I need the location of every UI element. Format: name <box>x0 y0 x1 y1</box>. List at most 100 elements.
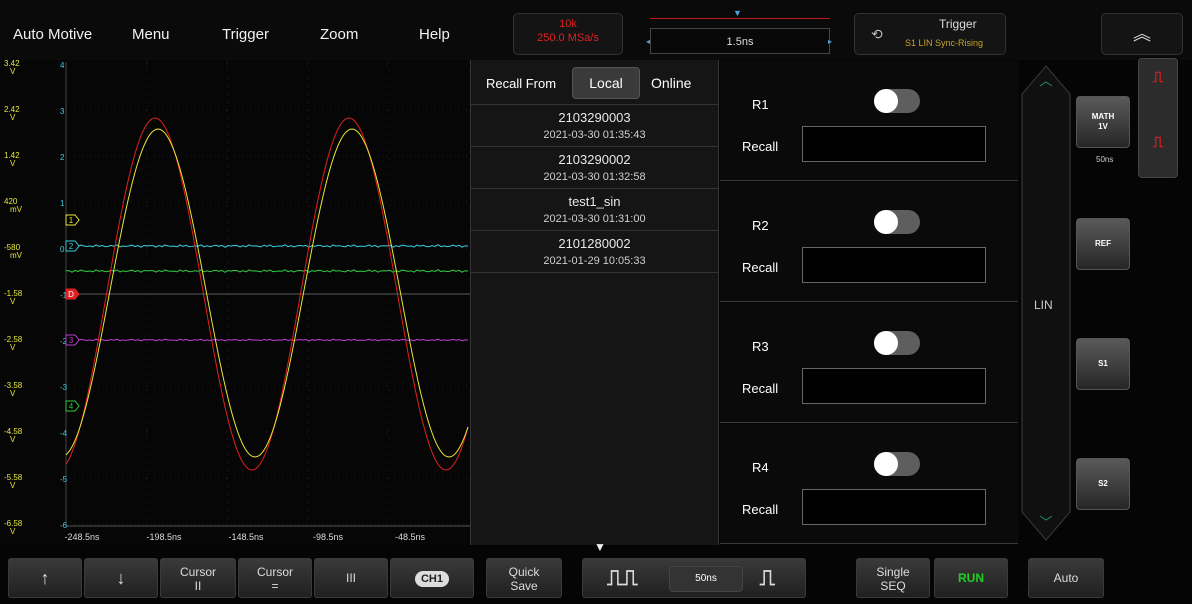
voltage-unit: V <box>10 113 16 122</box>
trigger-box[interactable]: ⟲ Trigger S1 LIN Sync-Rising <box>854 13 1006 55</box>
division-label: -5 <box>60 475 68 484</box>
double-chevron-up-icon: ︽ <box>1133 24 1151 44</box>
pulse-icon[interactable]: ⎍ <box>760 559 775 597</box>
menu-help[interactable]: Help <box>419 26 450 43</box>
cursor-mode: II <box>194 579 202 593</box>
scroll-right-icon[interactable]: ▸ <box>828 37 832 46</box>
pulse-icon[interactable]: ⎍ <box>1139 69 1177 86</box>
waveform-canvas: 3.42V42.42V31.42V2420mV1-580mV0-1.58V-1-… <box>0 60 470 545</box>
trigger-time-value: 1.5ns <box>726 36 754 48</box>
recall-file-name: 2103290002 <box>558 152 631 167</box>
collapse-button[interactable]: ︽ <box>1101 13 1183 55</box>
menu-auto-motive[interactable]: Auto Motive <box>13 26 92 43</box>
recall-file-row[interactable]: 2101280002 2021-01-29 10:05:33 <box>471 231 718 273</box>
slot-toggle[interactable] <box>874 452 920 476</box>
trigger-detail: S1 LIN Sync-Rising <box>905 38 984 48</box>
auto-button[interactable]: Auto <box>1028 558 1104 598</box>
recall-file-date: 2021-03-30 01:32:58 <box>543 171 646 183</box>
slot-recall-field[interactable] <box>802 489 986 525</box>
voltage-unit: V <box>10 389 16 398</box>
voltage-unit: V <box>10 159 16 168</box>
menu-trigger[interactable]: Trigger <box>222 26 269 43</box>
toggle-knob <box>874 210 898 234</box>
voltage-unit: V <box>10 435 16 444</box>
cursor-iii-button[interactable]: III <box>314 558 388 598</box>
voltage-unit: mV <box>10 205 23 214</box>
slot-name: R4 <box>752 460 769 475</box>
slot-toggle[interactable] <box>874 331 920 355</box>
toggle-knob <box>874 331 898 355</box>
recall-file-row[interactable]: 2103290002 2021-03-30 01:32:58 <box>471 147 718 189</box>
slot-name: R3 <box>752 339 769 354</box>
pulse-train-icon[interactable]: ⎍⎍ <box>607 559 638 597</box>
ref-slot-r2: R2 Recall <box>720 182 1018 302</box>
up-arrow-icon: ↑ <box>40 568 50 588</box>
voltage-unit: V <box>10 67 16 76</box>
time-label: -48.5ns <box>395 532 426 542</box>
slot-recall-label: Recall <box>742 381 779 396</box>
time-label: -248.5ns <box>64 532 100 542</box>
time-label: -98.5ns <box>313 532 344 542</box>
run-button[interactable]: RUN <box>934 558 1008 598</box>
recall-file-date: 2021-03-30 01:35:43 <box>543 129 646 141</box>
cursor-eq-button[interactable]: Cursor = <box>238 558 312 598</box>
single-line2: SEQ <box>880 579 906 593</box>
slot-recall-field[interactable] <box>802 247 986 283</box>
trigger-title: Trigger <box>939 17 977 31</box>
ch1-button[interactable]: CH1 <box>390 558 474 598</box>
recall-file-name: 2103290003 <box>558 110 631 125</box>
voltage-unit: V <box>10 343 16 352</box>
down-arrow-icon: ↓ <box>116 568 126 588</box>
division-label: -4 <box>60 429 68 438</box>
math-button[interactable]: MATH 1V <box>1076 96 1130 148</box>
signal-panel[interactable]: ⎍ ⎍ <box>1138 58 1178 178</box>
trigger-time-field[interactable]: 1.5ns <box>650 28 830 54</box>
s1-button[interactable]: S1 <box>1076 338 1130 390</box>
top-bar: Auto Motive Menu Trigger Zoom Help 10k 2… <box>0 0 1192 60</box>
quick-save-button[interactable]: Quick Save <box>486 558 562 598</box>
time-label: -148.5ns <box>228 532 264 542</box>
toggle-knob <box>874 452 898 476</box>
voltage-unit: V <box>10 527 16 536</box>
division-label: -6 <box>60 521 68 530</box>
acquisition-box[interactable]: 10k 250.0 MSa/s <box>513 13 623 55</box>
slot-recall-label: Recall <box>742 139 779 154</box>
channel-marker-label: 1 <box>69 216 74 225</box>
slot-recall-field[interactable] <box>802 126 986 162</box>
recall-file-date: 2021-01-29 10:05:33 <box>543 255 646 267</box>
toggle-knob <box>874 89 898 113</box>
division-label: -3 <box>60 383 68 392</box>
timebase-value[interactable]: 50ns <box>669 566 743 592</box>
slot-toggle[interactable] <box>874 210 920 234</box>
cursor-ii-button[interactable]: Cursor II <box>160 558 236 598</box>
ref-button[interactable]: REF <box>1076 218 1130 270</box>
division-label: 2 <box>60 153 65 162</box>
recall-file-row[interactable]: 2103290003 2021-03-30 01:35:43 <box>471 105 718 147</box>
quick-save-line2: Save <box>510 579 538 593</box>
slot-toggle[interactable] <box>874 89 920 113</box>
menu-menu[interactable]: Menu <box>132 26 170 43</box>
recall-file-name: test1_sin <box>568 194 621 209</box>
pulse-icon[interactable]: ⎍ <box>1139 134 1177 151</box>
division-label: 1 <box>60 199 65 208</box>
tab-local[interactable]: Local <box>572 67 640 99</box>
down-button[interactable]: ↓ <box>84 558 158 598</box>
recall-header: Recall From Local Online <box>471 60 718 105</box>
slot-recall-field[interactable] <box>802 368 986 404</box>
s2-button[interactable]: S2 <box>1076 458 1130 510</box>
recall-file-row[interactable]: test1_sin 2021-03-30 01:31:00 <box>471 189 718 231</box>
scroll-left-icon[interactable]: ◂ <box>646 37 650 46</box>
tab-online[interactable]: Online <box>651 75 691 91</box>
lin-scroller[interactable]: LIN <box>1020 64 1072 542</box>
waveform-display[interactable]: 3.42 V 4 2.42 V 3 1.42 V 2 420 mV 1 -580 mV 0 -1.58 V -1-… <box>0 60 470 545</box>
quick-save-line1: Quick <box>508 565 540 579</box>
ref-slot-r3: R3 Recall <box>720 303 1018 423</box>
trigger-marker-icon[interactable]: ▼ <box>733 8 742 18</box>
slot-recall-label: Recall <box>742 502 779 517</box>
up-button[interactable]: ↑ <box>8 558 82 598</box>
caret-down-icon: ▼ <box>594 540 606 554</box>
trigger-position-line <box>650 18 830 19</box>
slot-name: R2 <box>752 218 769 233</box>
menu-zoom[interactable]: Zoom <box>320 26 358 43</box>
single-seq-button[interactable]: Single SEQ <box>856 558 930 598</box>
